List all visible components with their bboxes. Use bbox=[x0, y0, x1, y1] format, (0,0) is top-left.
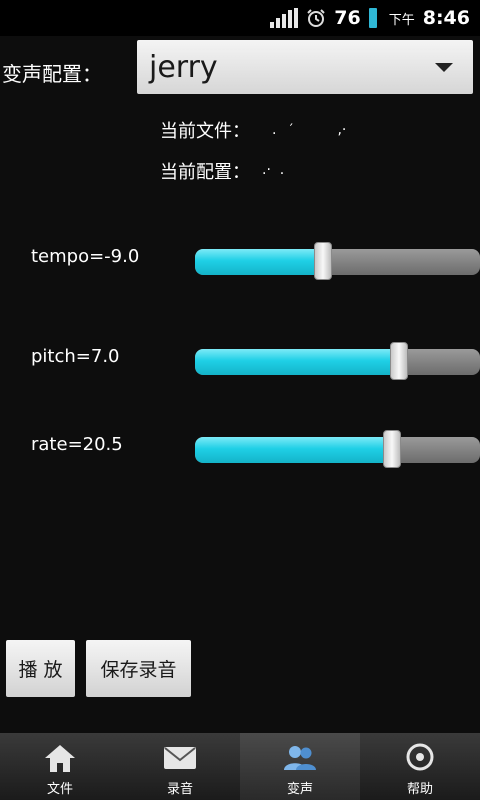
current-file-value-mark: . ′ ,· bbox=[272, 122, 347, 138]
tempo-label: tempo=-9.0 bbox=[31, 246, 140, 267]
help-icon bbox=[406, 743, 434, 771]
envelope-icon bbox=[164, 747, 196, 769]
users-icon bbox=[284, 746, 316, 770]
pitch-slider-fill bbox=[195, 349, 399, 375]
rate-slider-thumb[interactable] bbox=[382, 430, 401, 468]
tab-label: 文件 bbox=[46, 782, 73, 797]
alarm-icon bbox=[307, 9, 325, 27]
tab-label: 变声 bbox=[286, 782, 313, 797]
time-ampm: 下午 bbox=[388, 12, 415, 28]
status-bar: 76 下午 8:46 bbox=[0, 0, 480, 36]
rate-slider-track bbox=[195, 437, 480, 463]
tab-help[interactable]: 帮助 bbox=[360, 733, 480, 800]
dropdown-arrow-icon bbox=[435, 62, 453, 72]
config-spinner-value: jerry bbox=[149, 49, 218, 85]
rate-slider[interactable] bbox=[195, 430, 480, 468]
config-label: 变声配置： bbox=[2, 62, 102, 86]
tempo-slider[interactable] bbox=[195, 242, 480, 280]
tab-voice-change[interactable]: 变声 bbox=[240, 733, 360, 800]
config-spinner[interactable]: jerry bbox=[137, 40, 473, 94]
rate-slider-fill bbox=[195, 437, 392, 463]
tempo-slider-fill bbox=[195, 249, 324, 275]
tab-label: 录音 bbox=[166, 782, 193, 797]
battery-icon bbox=[368, 8, 377, 28]
save-recording-button[interactable]: 保存录音 bbox=[86, 640, 191, 697]
pitch-slider[interactable] bbox=[195, 342, 480, 380]
clock: 8:46 bbox=[422, 7, 470, 29]
battery-level: 76 bbox=[334, 7, 361, 29]
signal-icon bbox=[270, 8, 299, 28]
tab-file[interactable]: 文件 bbox=[0, 733, 120, 800]
tab-record[interactable]: 录音 bbox=[120, 733, 240, 800]
tab-bar: 文件 录音 变声 帮助 bbox=[0, 733, 480, 800]
current-config-value-mark: .· . bbox=[262, 162, 285, 178]
pitch-slider-track bbox=[195, 349, 480, 375]
home-icon bbox=[45, 745, 75, 772]
play-button[interactable]: 播 放 bbox=[6, 640, 75, 697]
tempo-slider-track bbox=[195, 249, 480, 275]
pitch-slider-thumb[interactable] bbox=[389, 342, 408, 380]
rate-label: rate=20.5 bbox=[31, 434, 123, 455]
tempo-slider-thumb[interactable] bbox=[314, 242, 333, 280]
current-config-label: 当前配置： bbox=[160, 162, 250, 183]
current-file-label: 当前文件： bbox=[160, 121, 250, 142]
tab-label: 帮助 bbox=[406, 782, 433, 797]
pitch-label: pitch=7.0 bbox=[31, 346, 120, 367]
